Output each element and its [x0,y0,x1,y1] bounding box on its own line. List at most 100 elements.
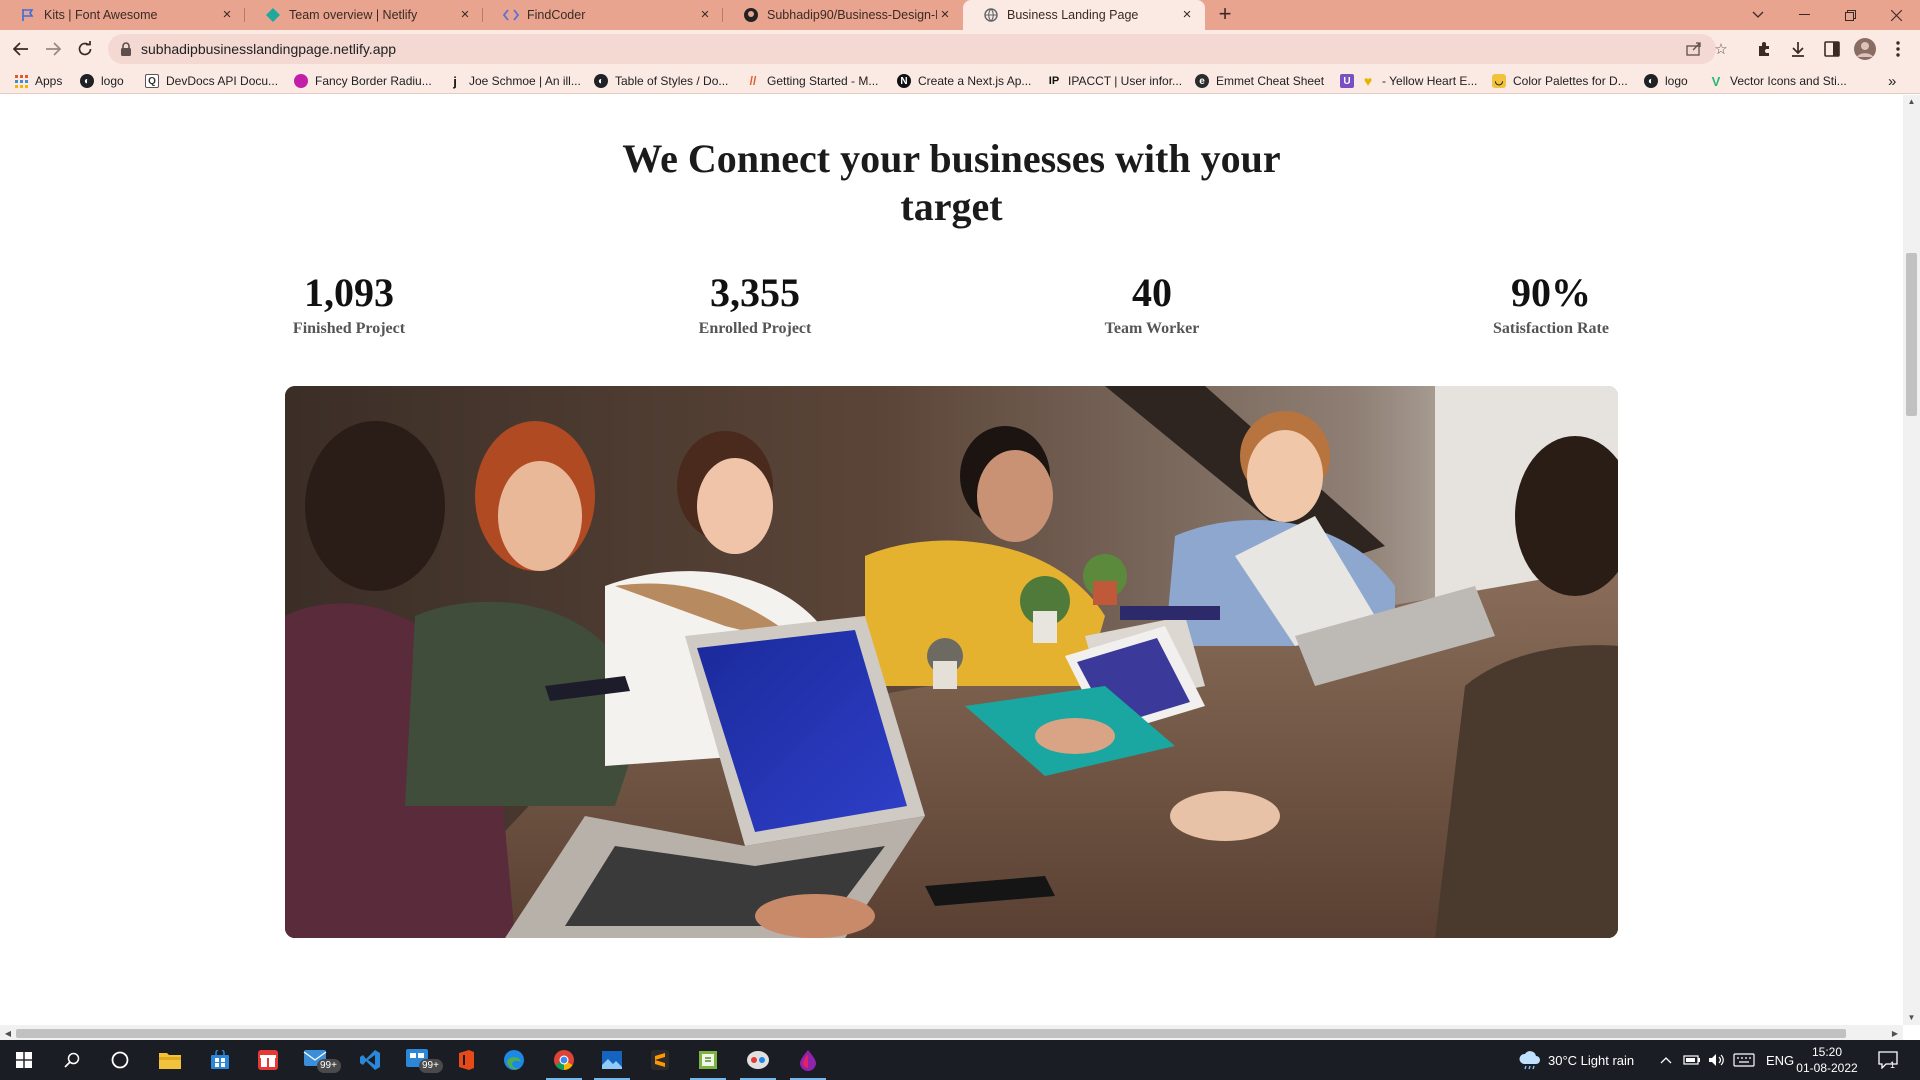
scroll-right-arrow-icon[interactable]: ▶ [1888,1027,1902,1041]
forward-button[interactable] [39,35,67,63]
url-text[interactable]: subhadipbusinesslandingpage.netlify.app [141,41,396,57]
store-app-icon[interactable] [196,1040,244,1080]
reload-button[interactable] [71,35,99,63]
tab-font-awesome[interactable]: Kits | Font Awesome × [0,0,245,30]
bookmark-color-palettes[interactable]: ◡ Color Palettes for D... [1492,72,1628,90]
clock-date: 01-08-2022 [1796,1061,1858,1075]
paint-drop-icon[interactable] [784,1040,832,1080]
scroll-up-arrow-icon[interactable]: ▲ [1903,95,1920,109]
close-icon[interactable]: × [697,7,713,23]
sublime-text-icon[interactable] [636,1040,684,1080]
bookmark-label: Apps [35,74,63,88]
bookmark-logo[interactable]: ◐ logo [80,72,124,90]
action-center-icon[interactable]: 1 [1878,1040,1898,1080]
blob-icon [294,74,308,88]
show-hidden-icons-icon[interactable] [1660,1040,1672,1080]
windows-start-icon[interactable] [0,1040,48,1080]
back-button[interactable] [7,35,35,63]
star-icon[interactable]: ☆ [1711,39,1731,59]
tab-findcoder[interactable]: FindCoder × [483,0,723,30]
edge-icon[interactable] [490,1040,538,1080]
tab-netlify[interactable]: Team overview | Netlify × [245,0,483,30]
bookmark-label: Joe Schmoe | An ill... [469,74,581,88]
battery-icon[interactable] [1683,1040,1701,1080]
tab-business-landing[interactable]: Business Landing Page × [963,0,1205,30]
volume-icon[interactable] [1708,1040,1726,1080]
browser-toolbar: subhadipbusinesslandingpage.netlify.app … [0,30,1920,68]
mail-icon[interactable]: 99+ [298,1040,346,1080]
netlify-icon [265,7,281,23]
bookmark-label: logo [1665,74,1688,88]
weather-text: 30°C Light rain [1548,1052,1635,1068]
close-icon[interactable]: × [937,7,953,23]
scroll-left-arrow-icon[interactable]: ◀ [1,1027,15,1041]
bookmark-logo-2[interactable]: ◐ logo [1644,72,1688,90]
extensions-icon[interactable] [1752,37,1776,61]
page-viewport: We Connect your businesses with your tar… [0,95,1903,1025]
share-icon[interactable] [1684,39,1704,59]
horizontal-scroll-thumb[interactable] [16,1029,1846,1038]
address-bar[interactable]: subhadipbusinesslandingpage.netlify.app … [108,34,1728,64]
tab-title: Kits | Font Awesome [44,8,158,22]
chrome-icon[interactable] [540,1040,588,1080]
new-tab-button[interactable]: + [1212,2,1238,28]
stat-enrolled-project: 3,355 Enrolled Project [655,270,855,338]
clock-time: 15:20 [1811,1045,1843,1059]
tab-github[interactable]: Subhadip90/Business-Design-La × [723,0,963,30]
lock-icon[interactable] [120,42,134,56]
bookmark-table-of-styles[interactable]: ◐ Table of Styles / Do... [594,72,728,90]
cortana-icon[interactable] [96,1040,144,1080]
gift-app-icon[interactable] [244,1040,292,1080]
download-icon[interactable] [1786,37,1810,61]
store-badge: 99+ [422,1060,439,1071]
teams-store-icon[interactable]: 99+ [400,1040,448,1080]
stat-team-worker: 40 Team Worker [1052,270,1252,338]
bookmark-label: Vector Icons and Sti... [1730,74,1847,88]
ipacct-icon: IP [1048,75,1060,87]
bookmark-fancy-border[interactable]: Fancy Border Radiu... [294,72,432,90]
vscode-icon[interactable] [346,1040,394,1080]
close-icon[interactable]: × [1179,7,1195,23]
search-icon[interactable] [48,1040,96,1080]
bookmarks-overflow-button[interactable]: » [1888,72,1896,90]
snipping-tool-icon[interactable] [734,1040,782,1080]
heart-icon: ♥ [1363,73,1373,89]
keyboard-icon[interactable] [1733,1040,1755,1080]
vertical-scroll-thumb[interactable] [1906,253,1917,416]
photos-icon[interactable] [588,1040,636,1080]
bookmark-ipacct[interactable]: IP IPACCT | User infor... [1047,72,1182,90]
bookmark-joe-schmoe[interactable]: j Joe Schmoe | An ill... [448,72,581,90]
weather-widget[interactable]: 30°C Light rain [1518,1040,1634,1080]
globe-icon: ◐ [594,74,608,88]
stat-label: Enrolled Project [698,320,812,337]
tab-search-icon[interactable] [1735,0,1781,30]
avatar[interactable] [1853,37,1877,61]
notepad-plus-icon[interactable] [684,1040,732,1080]
bookmark-devdocs[interactable]: Q DevDocs API Docu... [145,72,278,90]
office-icon[interactable] [442,1040,490,1080]
restore-icon[interactable] [1827,0,1873,30]
minimize-icon[interactable] [1781,0,1827,30]
sidepanel-icon[interactable] [1820,37,1844,61]
close-icon[interactable]: × [457,7,473,23]
scroll-down-arrow-icon[interactable]: ▼ [1903,1011,1920,1025]
bookmark-emmet[interactable]: e Emmet Cheat Sheet [1195,72,1324,90]
tab-title: Team overview | Netlify [289,8,418,22]
notification-count: 1 [1890,1060,1896,1070]
page-headline: We Connect your businesses with your tar… [0,135,1903,231]
bookmark-nextjs[interactable]: N Create a Next.js Ap... [897,72,1031,90]
bookmark-yellow-heart[interactable]: U ♥ - Yellow Heart E... [1340,72,1477,90]
bookmark-getting-started[interactable]: // Getting Started - M... [746,72,879,90]
nextjs-icon: N [897,74,911,88]
close-icon[interactable]: × [219,7,235,23]
system-clock[interactable]: 15:20 01-08-2022 [1787,1044,1867,1076]
file-explorer-icon[interactable] [146,1040,194,1080]
bookmark-apps[interactable]: Apps [14,72,62,90]
vertical-scrollbar[interactable]: ▲ ▼ [1903,95,1920,1025]
bookmark-vector-icons[interactable]: V Vector Icons and Sti... [1709,72,1847,90]
menu-icon[interactable] [1886,37,1910,61]
tab-title: FindCoder [527,8,586,22]
tab-title: Subhadip90/Business-Design-La [767,8,937,22]
close-window-icon[interactable] [1873,0,1919,30]
m-logo-icon: // [749,74,757,88]
